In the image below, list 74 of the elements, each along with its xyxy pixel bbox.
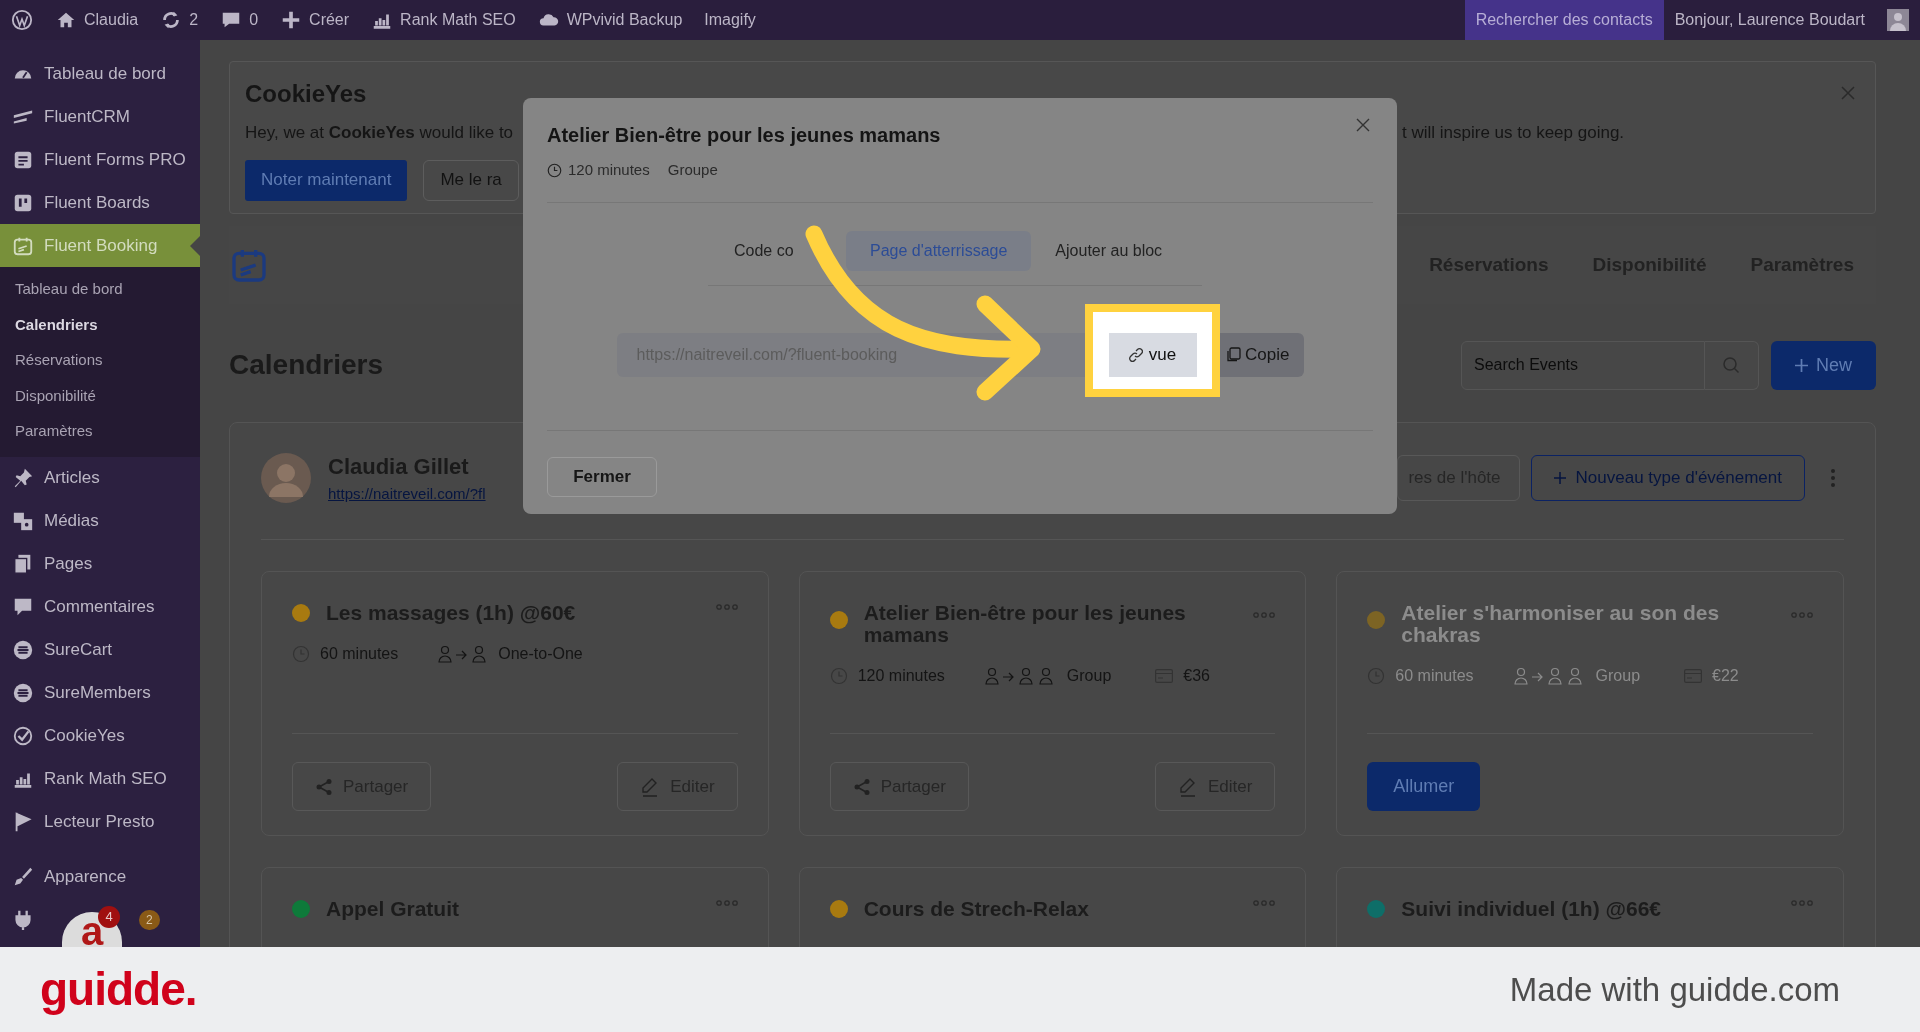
more-icon[interactable] <box>715 604 738 610</box>
close-button[interactable]: Fermer <box>547 456 657 497</box>
guidde-logo: guidde. <box>40 962 197 1017</box>
plus-icon <box>1553 472 1566 484</box>
avatar <box>261 453 311 503</box>
pin-icon <box>12 467 34 489</box>
submenu-item[interactable]: Paramètres <box>0 413 200 449</box>
sidebar-item[interactable]: Médias <box>0 499 200 543</box>
event-type-text: Groupe <box>667 160 718 180</box>
avatar-icon[interactable] <box>1887 9 1909 31</box>
price-text: €22 <box>1712 666 1739 687</box>
sidebar-item[interactable]: FluentCRM <box>0 95 200 138</box>
tab[interactable]: Ajouter au bloc <box>1031 230 1187 271</box>
search-field[interactable]: Search Events <box>1461 340 1705 390</box>
admin-bar-item[interactable]: WPvivid Backup <box>526 0 694 40</box>
sidebar-item[interactable]: SureCart <box>0 628 200 672</box>
share-icon <box>315 777 333 796</box>
admin-bar-link[interactable]: Imagify <box>693 0 767 40</box>
event-type-text: Group <box>1595 666 1641 687</box>
more-icon[interactable] <box>715 900 738 906</box>
copy-button[interactable]: Copie <box>1220 332 1304 377</box>
close-icon[interactable] <box>1841 86 1855 100</box>
submenu-item[interactable]: Calendriers <box>0 306 200 342</box>
modal-title: Atelier Bien-être pour les jeunes mamans <box>547 123 941 148</box>
sidebar-item[interactable]: Apparence <box>0 855 200 899</box>
pencil-icon <box>1177 776 1198 797</box>
credit-text: Made with guidde.com <box>1509 969 1840 1010</box>
pointer-icon <box>190 235 200 256</box>
event-title: Atelier s'harmoniser au son des chakras <box>1401 602 1721 647</box>
check-circle-icon <box>12 725 34 747</box>
count-badge: 2 <box>139 910 160 930</box>
media-icon <box>12 510 34 532</box>
striped-disc-icon <box>12 639 34 661</box>
sidebar-item[interactable]: Commentaires <box>0 585 200 629</box>
copy-icon <box>1227 347 1242 362</box>
plus-icon <box>1795 358 1808 372</box>
search-contacts-link[interactable]: Rechercher des contacts <box>1464 0 1664 40</box>
close-icon[interactable] <box>1356 118 1370 132</box>
greeting-link[interactable]: Bonjour, Laurence Boudart <box>1663 0 1876 40</box>
more-icon[interactable] <box>1253 612 1276 618</box>
link-icon <box>1128 347 1143 362</box>
sidebar-item[interactable]: CookieYes <box>0 714 200 758</box>
admin-bar-item[interactable]: 0 <box>209 0 270 40</box>
submenu-item[interactable]: Réservations <box>0 342 200 378</box>
striped-disc-icon <box>12 682 34 704</box>
more-icon[interactable] <box>1253 900 1276 906</box>
sidebar-item[interactable]: Rank Math SEO <box>0 757 200 801</box>
sidebar-item[interactable]: Pages <box>0 542 200 586</box>
admin-bar-item[interactable]: Claudia <box>44 0 150 40</box>
view-button[interactable]: vue <box>1108 332 1197 377</box>
more-icon[interactable] <box>1791 612 1813 618</box>
submenu-item[interactable]: Tableau de bord <box>0 271 200 307</box>
sidebar-item[interactable]: SureMembers <box>0 671 200 715</box>
share-icon <box>852 777 871 796</box>
search-button[interactable] <box>1705 340 1759 390</box>
duration-text: 60 minutes <box>1395 666 1474 687</box>
brush-icon <box>12 866 34 888</box>
sidebar-item[interactable]: Tableau de bord <box>0 52 200 95</box>
more-vertical-icon[interactable] <box>1830 468 1836 488</box>
tab[interactable]: Code co <box>708 230 846 271</box>
sidebar-item[interactable]: Fluent Boards <box>0 181 200 224</box>
sidebar-item[interactable]: Fluent Forms PRO <box>0 138 200 181</box>
wordpress-icon[interactable] <box>11 9 33 31</box>
sidebar-item[interactable]: Articles <box>0 456 200 500</box>
search-icon <box>1722 356 1741 374</box>
clock-icon <box>547 162 562 178</box>
admin-bar-item[interactable]: Créer <box>269 0 361 40</box>
more-icon[interactable] <box>1791 900 1813 906</box>
admin-bar-item[interactable]: 2 <box>149 0 210 40</box>
plug-icon[interactable] <box>12 909 34 931</box>
duration-text: 120 minutes <box>568 160 650 180</box>
sidebar-item[interactable]: Lecteur Presto <box>0 800 200 844</box>
submenu-item[interactable]: Disponibilité <box>0 377 200 413</box>
admin-bar-item[interactable]: Rank Math SEO <box>360 0 527 40</box>
